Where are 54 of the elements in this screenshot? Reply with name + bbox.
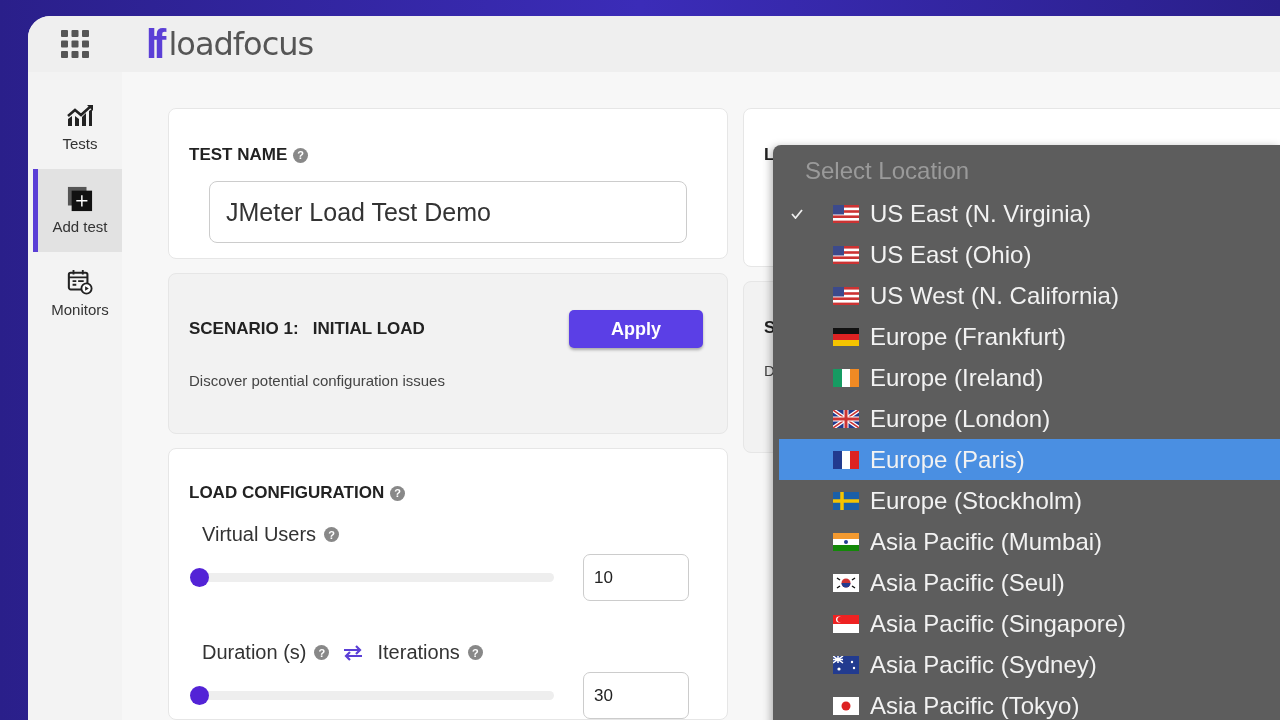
flag-icon	[833, 327, 859, 346]
logo-text: loadfocus	[168, 25, 314, 63]
add-icon	[66, 186, 94, 212]
flag-icon	[833, 614, 859, 633]
field-label: Iterations	[377, 641, 460, 664]
location-option[interactable]: Asia Pacific (Tokyo)	[779, 685, 1280, 720]
card-title: TEST NAME	[189, 145, 288, 165]
flag-icon	[833, 409, 859, 428]
flag-icon	[833, 696, 859, 715]
flag-icon	[833, 286, 859, 305]
card-title: SCENARIO 1: INITIAL LOAD	[189, 319, 425, 340]
disabled-option: Select Location	[805, 157, 1280, 193]
number-field[interactable]: 30	[583, 672, 689, 719]
location-option[interactable]: Europe (Frankfurt)	[779, 316, 1280, 357]
location-option[interactable]: Europe (Paris)	[779, 439, 1280, 480]
location-option[interactable]: Asia Pacific (Singapore)	[779, 603, 1280, 644]
sidebar-item[interactable]: Monitors	[33, 252, 122, 335]
input-field[interactable]: JMeter Load Test Demo	[209, 181, 687, 243]
apply-button[interactable]: Apply	[569, 310, 703, 349]
apps-grid-icon[interactable]	[61, 30, 89, 58]
flag-icon	[833, 368, 859, 387]
location-option[interactable]: US West (N. California)	[779, 275, 1280, 316]
location-option[interactable]: Asia Pacific (Mumbai)	[779, 521, 1280, 562]
location-option[interactable]: US East (Ohio)	[779, 234, 1280, 275]
help-icon[interactable]: ?	[293, 147, 309, 163]
flag-icon	[833, 245, 859, 264]
sidebar-item[interactable]: Tests	[33, 86, 122, 169]
swap-icon[interactable]	[343, 644, 364, 661]
card-title: LOAD CONFIGURATION	[189, 483, 385, 503]
field-label: Virtual Users	[202, 523, 317, 546]
flag-icon	[833, 204, 859, 223]
location-option[interactable]: Asia Pacific (Sydney)	[779, 644, 1280, 685]
sidebar-item[interactable]: Add test	[33, 169, 122, 252]
flag-icon	[833, 655, 859, 674]
location-option[interactable]: Europe (Ireland)	[779, 357, 1280, 398]
chart-icon	[66, 103, 94, 129]
card-title: L	[764, 145, 775, 165]
flag-icon	[833, 491, 859, 510]
flag-icon	[833, 450, 859, 469]
field-label: Duration (s)	[202, 641, 307, 664]
calendar-icon	[66, 269, 94, 295]
help-icon[interactable]: ?	[467, 645, 483, 660]
flag-icon	[833, 573, 859, 592]
location-option[interactable]: US East (N. Virginia)	[779, 193, 1280, 234]
logo-mark: lf	[146, 24, 163, 64]
flag-icon	[833, 532, 859, 551]
scenario-description: Discover potential configuration issues	[189, 372, 446, 390]
location-option[interactable]: Asia Pacific (Seul)	[779, 562, 1280, 603]
location-option[interactable]: Europe (Stockholm)	[779, 480, 1280, 521]
help-icon[interactable]: ?	[324, 527, 340, 542]
location-option[interactable]: Europe (London)	[779, 398, 1280, 439]
help-icon[interactable]: ?	[314, 645, 330, 660]
help-icon[interactable]: ?	[390, 485, 406, 501]
number-field[interactable]: 10	[583, 554, 689, 601]
